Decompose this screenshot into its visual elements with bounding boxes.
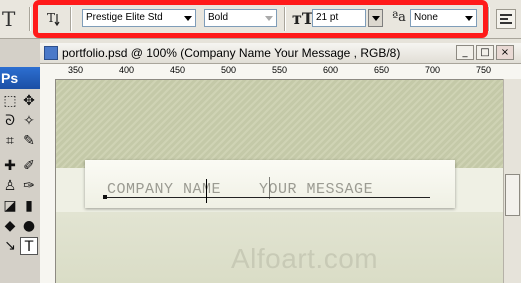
document-titlebar[interactable]: portfolio.psd @ 100% (Company Name Your … <box>40 43 521 64</box>
ruler-label: 350 <box>68 65 84 75</box>
highlight-frame <box>33 0 488 38</box>
ruler-label: 600 <box>323 65 339 75</box>
text-cursor <box>206 179 207 203</box>
eraser-tool-icon[interactable]: ◪ <box>1 197 19 215</box>
marquee-tool-icon[interactable]: ⬚ <box>1 92 19 110</box>
options-bar: T T Prestige Elite Std Bold ᴛT 21 pt ªa … <box>0 0 521 39</box>
brush-tool-icon[interactable]: ✐ <box>20 157 38 175</box>
stamp-tool-icon[interactable]: ♙ <box>1 177 19 195</box>
ruler-label: 500 <box>221 65 237 75</box>
move-tool-icon[interactable]: ✥ <box>20 92 38 110</box>
header-card: COMPANY NAME YOUR MESSAGE <box>85 160 455 208</box>
ruler-label: 650 <box>374 65 390 75</box>
history-brush-icon[interactable]: ✑ <box>20 177 38 195</box>
align-left-icon[interactable] <box>496 9 516 29</box>
type-tool-preset-icon[interactable]: T <box>2 8 24 30</box>
ruler-label: 450 <box>170 65 186 75</box>
text-anchor-point <box>103 195 107 199</box>
text-baseline <box>105 197 430 198</box>
minimize-button[interactable]: _ <box>456 45 474 60</box>
document-canvas[interactable]: COMPANY NAME YOUR MESSAGE Alfoart.com <box>56 80 503 283</box>
type-tool-icon[interactable]: T <box>20 237 38 255</box>
gradient-tool-icon[interactable]: ▮ <box>20 197 38 215</box>
ruler-label: 550 <box>272 65 288 75</box>
ruler-label: 750 <box>476 65 492 75</box>
horizontal-ruler: 350 400 450 500 550 600 650 700 750 <box>40 64 521 80</box>
magic-wand-icon[interactable]: ✧ <box>20 112 38 130</box>
your-message-text: YOUR MESSAGE <box>259 181 374 198</box>
text-divider <box>269 177 270 199</box>
headline-text[interactable]: COMPANY NAME YOUR MESSAGE <box>107 181 373 198</box>
vertical-scrollbar[interactable] <box>503 79 521 283</box>
company-name-text: COMPANY NAME <box>107 181 222 198</box>
ruler-label: 700 <box>425 65 441 75</box>
lasso-tool-icon[interactable]: ᘐ <box>1 112 19 130</box>
ps-logo: Ps <box>0 67 41 89</box>
crop-tool-icon[interactable]: ⌗ <box>1 132 19 150</box>
watermark: Alfoart.com <box>231 243 379 274</box>
dodge-tool-icon[interactable]: ● <box>20 217 38 235</box>
scroll-thumb[interactable] <box>505 174 520 216</box>
blur-tool-icon[interactable]: ◆ <box>1 217 19 235</box>
ruler-label: 400 <box>119 65 135 75</box>
document-title: portfolio.psd @ 100% (Company Name Your … <box>62 46 401 60</box>
document-window: portfolio.psd @ 100% (Company Name Your … <box>40 39 521 283</box>
pen-tool-icon[interactable]: ↘ <box>1 237 19 255</box>
slice-tool-icon[interactable]: ✎ <box>20 132 38 150</box>
maximize-button[interactable]: □ <box>476 45 494 60</box>
close-button[interactable]: × <box>496 45 514 60</box>
document-icon <box>44 46 58 60</box>
vertical-ruler <box>40 79 56 283</box>
divider <box>29 7 31 31</box>
toolbox: Ps ⬚ ✥ ᘐ ✧ ⌗ ✎ ✚ ✐ ♙ ✑ ◪ ▮ ◆ ● ↘ T <box>0 39 41 283</box>
divider <box>488 7 490 31</box>
healing-brush-icon[interactable]: ✚ <box>1 157 19 175</box>
